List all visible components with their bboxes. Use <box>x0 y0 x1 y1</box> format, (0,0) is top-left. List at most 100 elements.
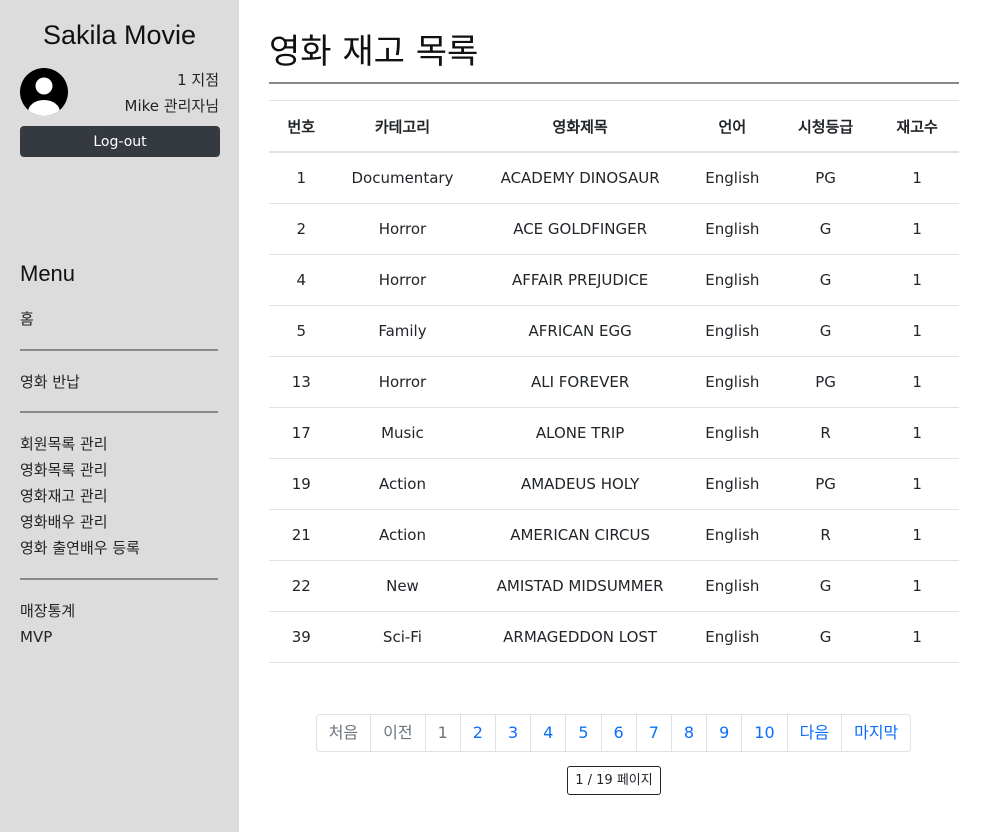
cell-number: 1 <box>269 152 334 204</box>
column-header-rating: 시청등급 <box>775 100 876 153</box>
menu-item-actor-management[interactable]: 영화배우 관리 <box>20 509 219 535</box>
pagination-next[interactable]: 다음 <box>786 714 843 752</box>
user-name: Mike 관리자님 <box>124 97 219 115</box>
cell-rating: G <box>775 611 876 663</box>
table-row: 1 Documentary ACADEMY DINOSAUR English PG 1 <box>269 152 959 204</box>
cell-number: 21 <box>269 509 334 561</box>
menu-item-home[interactable]: 홈 <box>20 306 219 332</box>
cell-rating: G <box>775 254 876 306</box>
cell-stock: 1 <box>875 356 959 408</box>
user-info: 1 지점 Mike 관리자님 <box>20 66 219 136</box>
column-header-stock: 재고수 <box>875 100 959 153</box>
pagination-page-8[interactable]: 8 <box>670 714 708 752</box>
cell-stock: 1 <box>875 254 959 306</box>
cell-title: ARMAGEDDON LOST <box>471 611 689 663</box>
cell-category: Documentary <box>333 152 472 204</box>
cell-rating: R <box>775 509 876 561</box>
menu-item-movie-list[interactable]: 영화목록 관리 <box>20 457 219 483</box>
cell-stock: 1 <box>875 203 959 255</box>
pagination-first[interactable]: 처음 <box>315 714 372 752</box>
table-header-row: 번호 카테고리 영화제목 언어 시청등급 재고수 <box>269 100 959 153</box>
cell-stock: 1 <box>875 407 959 459</box>
table-row: 4 Horror AFFAIR PREJUDICE English G 1 <box>269 254 959 306</box>
menu-title: Menu <box>20 261 76 286</box>
inventory-table: 번호 카테고리 영화제목 언어 시청등급 재고수 1 Documentary ACA… <box>269 100 959 663</box>
cell-language: English <box>688 611 776 663</box>
column-header-title: 영화제목 <box>471 100 689 153</box>
table-row: 2 Horror ACE GOLDFINGER English G 1 <box>269 203 959 255</box>
pagination-page-1[interactable]: 1 <box>424 714 461 752</box>
pagination-page-10[interactable]: 10 <box>741 714 788 752</box>
cell-number: 5 <box>269 305 334 357</box>
title-divider <box>269 82 959 84</box>
pagination-last[interactable]: 마지막 <box>841 714 912 752</box>
cell-language: English <box>688 203 776 255</box>
cell-language: English <box>688 356 776 408</box>
cell-rating: G <box>775 203 876 255</box>
menu-item-movie-inventory[interactable]: 영화재고 관리 <box>20 483 219 509</box>
cell-language: English <box>688 560 776 612</box>
cell-category: Music <box>333 407 472 459</box>
page-title: 영화 재고 목록 <box>269 32 479 72</box>
menu-divider <box>20 578 218 580</box>
table-row: 39 Sci-Fi ARMAGEDDON LOST English G 1 <box>269 611 959 663</box>
cell-rating: PG <box>775 458 876 510</box>
cell-title: ACE GOLDFINGER <box>471 203 689 255</box>
cell-category: Action <box>333 458 472 510</box>
pagination-page-9[interactable]: 9 <box>706 714 743 752</box>
cell-title: AMADEUS HOLY <box>471 458 689 510</box>
menu-divider <box>20 411 218 413</box>
cell-rating: R <box>775 407 876 459</box>
cell-number: 17 <box>269 407 334 459</box>
menu-item-store-stats[interactable]: 매장통계 <box>20 598 219 624</box>
cell-language: English <box>688 509 776 561</box>
pagination: 처음 이전 1 2 3 4 5 6 7 8 9 10 다음 마지막 <box>269 714 959 752</box>
cell-stock: 1 <box>875 305 959 357</box>
cell-title: ALI FOREVER <box>471 356 689 408</box>
user-avatar-icon <box>20 68 68 116</box>
pagination-page-4[interactable]: 4 <box>530 714 567 752</box>
cell-number: 39 <box>269 611 334 663</box>
table-row: 17 Music ALONE TRIP English R 1 <box>269 407 959 459</box>
cell-stock: 1 <box>875 509 959 561</box>
cell-number: 13 <box>269 356 334 408</box>
inventory-table-body: 1 Documentary ACADEMY DINOSAUR English PG 1 2 H… <box>269 152 959 663</box>
pagination-page-2[interactable]: 2 <box>459 714 496 752</box>
cell-number: 4 <box>269 254 334 306</box>
menu-item-movie-return[interactable]: 영화 반납 <box>20 369 219 395</box>
menu-group-stats: 매장통계 MVP <box>20 598 219 650</box>
cell-title: ACADEMY DINOSAUR <box>471 152 689 204</box>
table-row: 22 New AMISTAD MIDSUMMER English G 1 <box>269 560 959 612</box>
menu-item-cast-register[interactable]: 영화 출연배우 등록 <box>20 535 219 561</box>
cell-language: English <box>688 254 776 306</box>
pagination-page-3[interactable]: 3 <box>494 714 532 752</box>
page-info-badge: 1 / 19 페이지 <box>567 766 661 795</box>
menu-item-member-list[interactable]: 회원목록 관리 <box>20 431 219 457</box>
cell-stock: 1 <box>875 152 959 204</box>
cell-stock: 1 <box>875 611 959 663</box>
pagination-page-7[interactable]: 7 <box>635 714 672 752</box>
cell-category: Horror <box>333 203 472 255</box>
pagination-page-6[interactable]: 6 <box>600 714 637 752</box>
pagination-page-5[interactable]: 5 <box>565 714 602 752</box>
cell-rating: PG <box>775 152 876 204</box>
table-row: 5 Family AFRICAN EGG English G 1 <box>269 305 959 357</box>
page-info-wrapper: 1 / 19 페이지 <box>269 766 959 795</box>
menu-group-management: 회원목록 관리 영화목록 관리 영화재고 관리 영화배우 관리 영화 출연배우 … <box>20 431 219 561</box>
main-content: 영화 재고 목록 번호 카테고리 영화제목 언어 시청등급 재고수 1 Docum… <box>269 0 959 795</box>
cell-number: 19 <box>269 458 334 510</box>
pagination-pages: 1 2 3 4 5 6 7 8 9 10 <box>424 714 788 752</box>
cell-category: Horror <box>333 254 472 306</box>
cell-language: English <box>688 407 776 459</box>
cell-category: Sci-Fi <box>333 611 472 663</box>
column-header-number: 번호 <box>269 100 334 153</box>
menu-group-return: 영화 반납 <box>20 369 219 395</box>
table-row: 13 Horror ALI FOREVER English PG 1 <box>269 356 959 408</box>
column-header-category: 카테고리 <box>333 100 472 153</box>
cell-title: AFFAIR PREJUDICE <box>471 254 689 306</box>
cell-rating: G <box>775 560 876 612</box>
menu-divider <box>20 349 218 351</box>
pagination-prev[interactable]: 이전 <box>370 714 426 752</box>
cell-category: Action <box>333 509 472 561</box>
menu-item-mvp[interactable]: MVP <box>20 624 219 650</box>
